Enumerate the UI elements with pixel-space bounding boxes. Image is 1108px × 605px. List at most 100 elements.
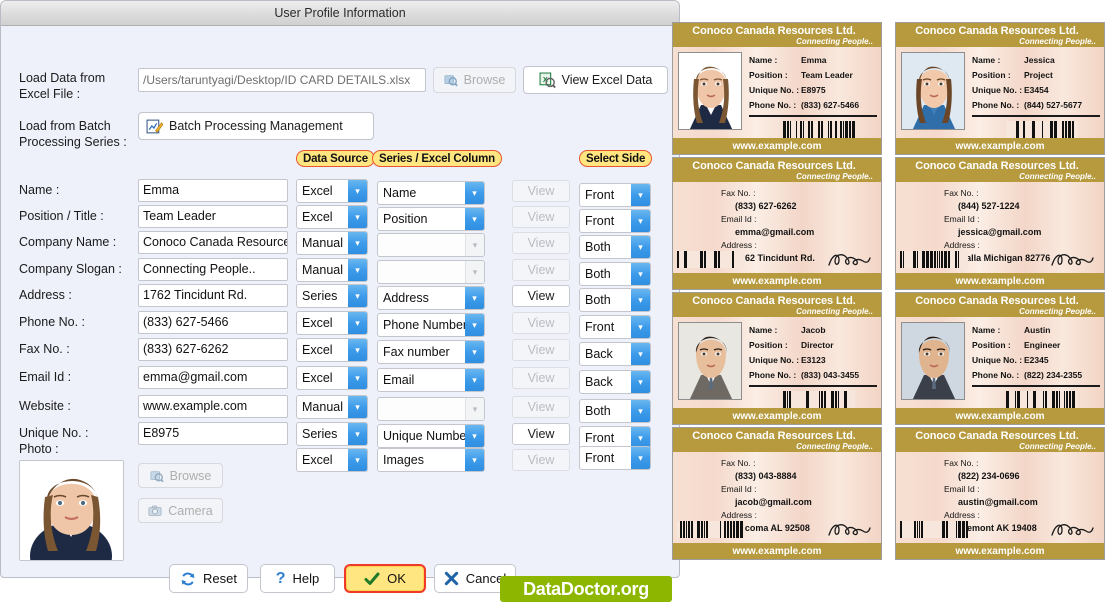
field-side-select-4[interactable]: Both ▾ — [579, 288, 651, 312]
photo-view-button[interactable]: View — [512, 449, 570, 471]
card-company-slogan: Connecting People.. — [796, 37, 873, 46]
field-input-1[interactable]: Team Leader — [138, 205, 288, 228]
field-view-button-4[interactable]: View — [512, 285, 570, 307]
field-side-select-1[interactable]: Front ▾ — [579, 209, 651, 233]
field-source-select-0[interactable]: Excel ▾ — [296, 179, 368, 203]
field-view-button-2[interactable]: View — [512, 232, 570, 254]
field-column-select-8[interactable]: ▾ — [377, 397, 485, 421]
field-source-value-8: Manual — [302, 400, 343, 414]
id-card-front[interactable]: Conoco Canada Resources Ltd. Connecting P… — [895, 22, 1105, 155]
field-column-value-6: Fax number — [383, 345, 450, 359]
batch-processing-management-button[interactable]: Batch Processing Management — [138, 112, 374, 140]
field-column-select-4[interactable]: Address ▾ — [377, 286, 485, 310]
chevron-down-icon: ▾ — [631, 316, 650, 338]
card-front-fields: Name : Jacob Position : Director Unique No. … — [749, 323, 879, 383]
field-source-select-2[interactable]: Manual ▾ — [296, 231, 368, 255]
field-view-button-6[interactable]: View — [512, 339, 570, 361]
field-input-8[interactable]: www.example.com — [138, 395, 288, 418]
field-column-select-1[interactable]: Position ▾ — [377, 207, 485, 231]
field-column-select-3[interactable]: ▾ — [377, 260, 485, 284]
photo-camera-button[interactable]: Camera — [138, 498, 223, 523]
id-card-back[interactable]: Conoco Canada Resources Ltd. Connecting P… — [672, 427, 882, 560]
card-email-label: Email Id : — [944, 484, 980, 494]
field-input-9[interactable]: E8975 — [138, 422, 288, 445]
card-company-slogan: Connecting People.. — [796, 442, 873, 451]
field-view-button-5[interactable]: View — [512, 312, 570, 334]
field-source-select-8[interactable]: Manual ▾ — [296, 395, 368, 419]
id-card-front[interactable]: Conoco Canada Resources Ltd. Connecting P… — [895, 292, 1105, 425]
id-card-back[interactable]: Conoco Canada Resources Ltd. Connecting P… — [895, 427, 1105, 560]
id-card-front[interactable]: Conoco Canada Resources Ltd. Connecting P… — [672, 22, 882, 155]
ok-button[interactable]: OK — [344, 564, 426, 593]
field-source-select-7[interactable]: Excel ▾ — [296, 366, 368, 390]
card-barcode — [900, 521, 968, 538]
field-side-select-3[interactable]: Both ▾ — [579, 262, 651, 286]
card-website: www.example.com — [673, 408, 881, 424]
field-view-button-3[interactable]: View — [512, 259, 570, 281]
field-column-select-2[interactable]: ▾ — [377, 233, 485, 257]
field-column-value-1: Position — [383, 212, 428, 226]
field-column-value-7: Email — [383, 373, 415, 387]
field-side-select-5[interactable]: Front ▾ — [579, 315, 651, 339]
photo-column-select[interactable]: Images ▾ — [377, 448, 485, 472]
view-excel-data-button[interactable]: X View Excel Data — [523, 66, 668, 94]
field-column-select-5[interactable]: Phone Number ▾ — [377, 313, 485, 337]
field-source-value-2: Manual — [302, 236, 343, 250]
card-fax-value: (844) 527-1224 — [958, 201, 1020, 211]
field-view-button-7[interactable]: View — [512, 367, 570, 389]
chevron-down-icon: ▾ — [631, 289, 650, 311]
field-source-select-5[interactable]: Excel ▾ — [296, 311, 368, 335]
field-side-select-7[interactable]: Back ▾ — [579, 370, 651, 394]
field-input-7[interactable]: emma@gmail.com — [138, 366, 288, 389]
card-name-value: Austin — [1024, 325, 1051, 335]
field-source-select-1[interactable]: Excel ▾ — [296, 205, 368, 229]
card-name-label: Name : — [972, 55, 1001, 65]
field-side-select-8[interactable]: Both ▾ — [579, 399, 651, 423]
field-view-button-9[interactable]: View — [512, 423, 570, 445]
id-card-back[interactable]: Conoco Canada Resources Ltd. Connecting P… — [895, 157, 1105, 290]
id-card-front[interactable]: Conoco Canada Resources Ltd. Connecting P… — [672, 292, 882, 425]
card-portrait-image — [902, 323, 964, 399]
card-row-name: Name : Austin — [972, 323, 1102, 338]
field-column-select-0[interactable]: Name ▾ — [377, 181, 485, 205]
field-source-select-6[interactable]: Excel ▾ — [296, 338, 368, 362]
field-input-2[interactable]: Conoco Canada Resources — [138, 231, 288, 254]
field-input-6[interactable]: (833) 627-6262 — [138, 338, 288, 361]
field-input-0[interactable]: Emma — [138, 179, 288, 202]
card-unique-value: E2345 — [1024, 355, 1049, 365]
field-view-button-0[interactable]: View — [512, 180, 570, 202]
field-side-select-0[interactable]: Front ▾ — [579, 183, 651, 207]
excel-path-input[interactable]: /Users/taruntyagi/Desktop/ID CARD DETAIL… — [138, 68, 426, 92]
photo-browse-button[interactable]: Browse — [138, 463, 223, 488]
card-row-position: Position : Team Leader — [749, 68, 879, 83]
field-view-button-1[interactable]: View — [512, 206, 570, 228]
field-source-select-9[interactable]: Series ▾ — [296, 422, 368, 446]
field-column-select-6[interactable]: Fax number ▾ — [377, 340, 485, 364]
field-input-5[interactable]: (833) 627-5466 — [138, 311, 288, 334]
browse-excel-button[interactable]: Browse — [433, 67, 516, 93]
field-side-value-0: Front — [585, 188, 615, 202]
field-column-select-9[interactable]: Unique Number ▾ — [377, 424, 485, 448]
card-photo — [901, 52, 965, 130]
photo-preview[interactable] — [19, 460, 124, 561]
help-button[interactable]: ? Help — [260, 564, 335, 593]
card-name-value: Jessica — [1024, 55, 1055, 65]
field-input-3[interactable]: Connecting People.. — [138, 258, 288, 281]
field-source-select-4[interactable]: Series ▾ — [296, 284, 368, 308]
field-input-4[interactable]: 1762 Tincidunt Rd. — [138, 284, 288, 307]
app-screen: User Profile Information Load Data from … — [0, 0, 1108, 605]
id-card-back[interactable]: Conoco Canada Resources Ltd. Connecting P… — [672, 157, 882, 290]
reset-button[interactable]: Reset — [169, 564, 248, 593]
chevron-down-icon: ▾ — [348, 339, 367, 361]
card-divider — [749, 115, 877, 117]
field-label-9: Unique No. : — [19, 426, 89, 440]
field-side-select-6[interactable]: Back ▾ — [579, 342, 651, 366]
field-source-select-3[interactable]: Manual ▾ — [296, 258, 368, 282]
field-side-select-2[interactable]: Both ▾ — [579, 235, 651, 259]
photo-side-select[interactable]: Front ▾ — [579, 446, 651, 470]
field-view-button-8[interactable]: View — [512, 396, 570, 418]
card-header: Conoco Canada Resources Ltd. Connecting P… — [673, 158, 881, 182]
chevron-down-icon: ▾ — [465, 208, 484, 230]
photo-data-source-select[interactable]: Excel ▾ — [296, 448, 368, 472]
field-column-select-7[interactable]: Email ▾ — [377, 368, 485, 392]
